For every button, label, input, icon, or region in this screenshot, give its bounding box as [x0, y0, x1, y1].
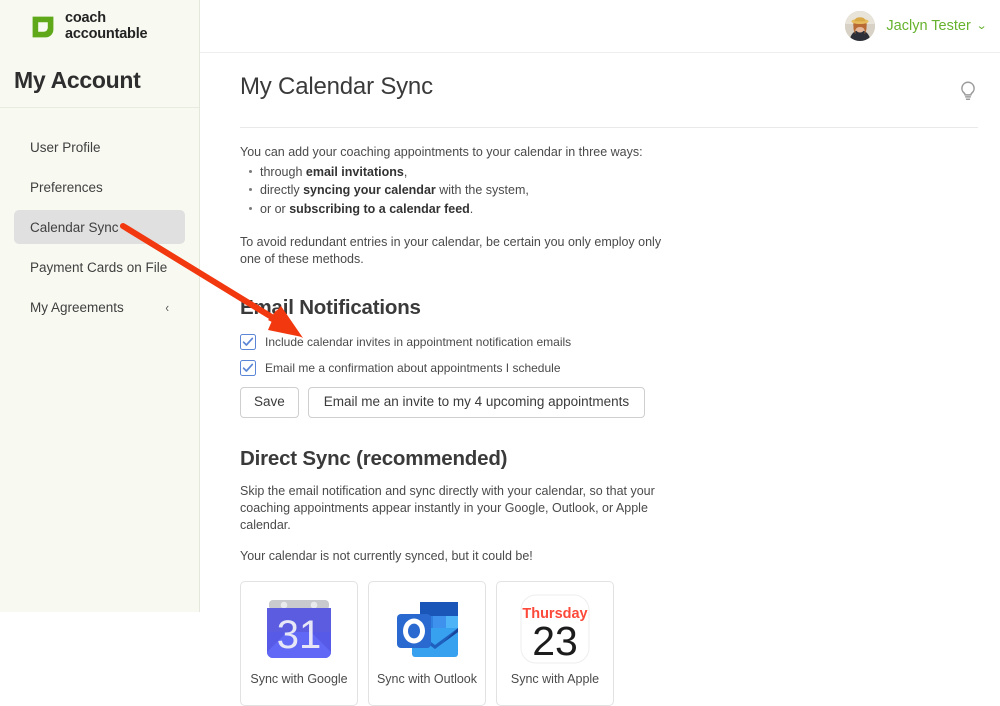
sync-card-label: Sync with Outlook [376, 671, 478, 686]
sync-with-outlook-card[interactable]: Sync with Outlook [368, 580, 486, 706]
sidebar-item-my-agreements[interactable]: My Agreements ‹ [14, 290, 185, 324]
list-item: or or subscribing to a calendar feed. [249, 200, 960, 219]
sidebar-item-label: My Agreements [30, 299, 124, 315]
email-invite-button[interactable]: Email me an invite to my 4 upcoming appo… [307, 387, 646, 419]
check-icon [242, 337, 254, 347]
intro-block: You can add your coaching appointments t… [240, 144, 960, 218]
intro-bullet-list: through email invitations, directly sync… [240, 163, 960, 219]
google-day-number: 31 [277, 613, 322, 657]
bullet-pre: directly [260, 183, 304, 198]
user-name[interactable]: Jaclyn Tester [886, 18, 970, 34]
brand-line-1: coach [65, 10, 106, 27]
sync-card-label: Sync with Apple [510, 671, 600, 686]
sidebar: coach accountable My Account User Profil… [0, 0, 200, 612]
bullet-post: with the system, [435, 183, 529, 198]
sync-cards: 31 Sync with Google Sync with Outlook Th… [240, 580, 960, 706]
avatar-photo [845, 11, 876, 41]
page-header: My Calendar Sync [200, 53, 1000, 107]
email-actions-row: Save Email me an invite to my 4 upcoming… [240, 387, 960, 419]
checkbox-label: Include calendar invites in appointment … [265, 335, 572, 350]
outlook-icon [388, 582, 466, 672]
sidebar-item-user-profile[interactable]: User Profile [14, 130, 185, 164]
apple-day-number: 23 [532, 618, 578, 664]
checkbox-box[interactable] [240, 360, 256, 377]
sidebar-item-preferences[interactable]: Preferences [14, 170, 185, 204]
brand-text: coach accountable [65, 10, 148, 42]
content-body: You can add your coaching appointments t… [200, 128, 1000, 706]
sidebar-item-label: Payment Cards on File [30, 259, 168, 275]
bullet-bold: subscribing to a calendar feed [289, 201, 470, 216]
main-content: My Calendar Sync You can add your coachi… [200, 53, 1000, 706]
sidebar-nav: User Profile Preferences Calendar Sync P… [0, 108, 199, 324]
bullet-pre: or or [260, 201, 290, 216]
sidebar-item-label: Calendar Sync [30, 219, 119, 235]
sync-with-apple-card[interactable]: Thursday 23 Sync with Apple [496, 580, 614, 706]
direct-sync-heading: Direct Sync (recommended) [240, 447, 508, 471]
page-section-title: My Account [14, 66, 141, 93]
intro-note: To avoid redundant entries in your calen… [240, 235, 662, 266]
intro-lead: You can add your coaching appointments t… [240, 145, 643, 159]
checkbox-email-confirmation[interactable]: Email me a confirmation about appointmen… [240, 360, 960, 377]
checkbox-include-calendar-invites[interactable]: Include calendar invites in appointment … [240, 334, 960, 351]
bullet-bold: syncing your calendar [303, 183, 436, 198]
bullet-post: . [469, 201, 474, 216]
checkbox-label: Email me a confirmation about appointmen… [265, 361, 561, 376]
save-button[interactable]: Save [240, 387, 299, 419]
bullet-pre: through [260, 164, 306, 179]
sync-card-label: Sync with Google [250, 671, 348, 686]
email-notifications-heading: Email Notifications [240, 296, 421, 320]
chevron-left-icon: ‹ [164, 299, 169, 315]
sidebar-item-calendar-sync[interactable]: Calendar Sync [14, 210, 185, 244]
sidebar-title-bar: My Account [0, 53, 199, 108]
sidebar-item-label: User Profile [30, 139, 101, 155]
bullet-bold: email invitations [305, 164, 404, 179]
list-item: directly syncing your calendar with the … [249, 181, 960, 200]
chevron-down-icon[interactable]: ⌄ [976, 20, 988, 32]
google-calendar-icon: 31 [260, 582, 338, 672]
check-icon [242, 363, 254, 373]
checkbox-box[interactable] [240, 334, 256, 351]
lightbulb-icon[interactable] [958, 80, 978, 107]
sidebar-item-label: Preferences [30, 179, 103, 195]
avatar[interactable] [845, 11, 876, 41]
direct-sync-description: Skip the email notification and sync dir… [240, 484, 655, 532]
coach-accountable-leaf-icon [32, 16, 54, 37]
brand-line-2: accountable [65, 25, 148, 42]
brand-logo-area[interactable]: coach accountable [0, 0, 199, 53]
sidebar-item-payment-cards-on-file[interactable]: Payment Cards on File [14, 250, 185, 284]
bullet-post: , [403, 164, 408, 179]
page-title: My Calendar Sync [240, 73, 433, 100]
direct-sync-status: Your calendar is not currently synced, b… [240, 548, 533, 563]
app-root: coach accountable My Account User Profil… [0, 0, 1000, 706]
sync-with-google-card[interactable]: 31 Sync with Google [240, 580, 358, 706]
list-item: through email invitations, [249, 163, 960, 182]
apple-calendar-icon: Thursday 23 [515, 582, 595, 672]
top-bar: Jaclyn Tester ⌄ [200, 0, 1000, 53]
